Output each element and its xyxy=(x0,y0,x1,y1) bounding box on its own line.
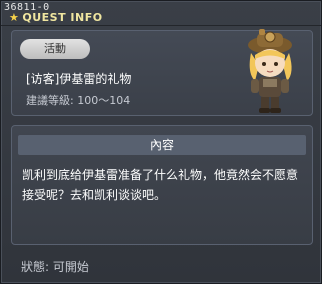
quest-status: 狀態: 可開始 xyxy=(21,258,89,275)
content-text: 凯利到底给伊基雷准备了什么礼物，他竟然会不愿意接受呢？去和凯利谈谈吧。 xyxy=(22,168,299,202)
window-title-text: QUEST INFO xyxy=(22,11,103,24)
quest-name: [访客]伊基雷的礼物 xyxy=(26,72,132,86)
star-icon: ★ xyxy=(9,11,20,24)
quest-info-window: 36811-0 ★ QUEST INFO 活動 [访客]伊基雷的礼物 建議等級: … xyxy=(0,0,322,284)
recommended-level: 建議等級: 100～104 xyxy=(26,94,131,107)
window-title: ★ QUEST INFO xyxy=(9,11,103,24)
status-label: 狀態: xyxy=(21,260,50,274)
status-value: 可開始 xyxy=(52,260,89,274)
quest-content-panel: 內容 凯利到底给伊基雷准备了什么礼物，他竟然会不愿意接受呢？去和凯利谈谈吧。 xyxy=(11,125,313,245)
content-header: 內容 xyxy=(18,135,306,155)
npc-character-portrait-icon xyxy=(248,29,292,113)
quest-type-tag: 活動 xyxy=(20,39,90,59)
